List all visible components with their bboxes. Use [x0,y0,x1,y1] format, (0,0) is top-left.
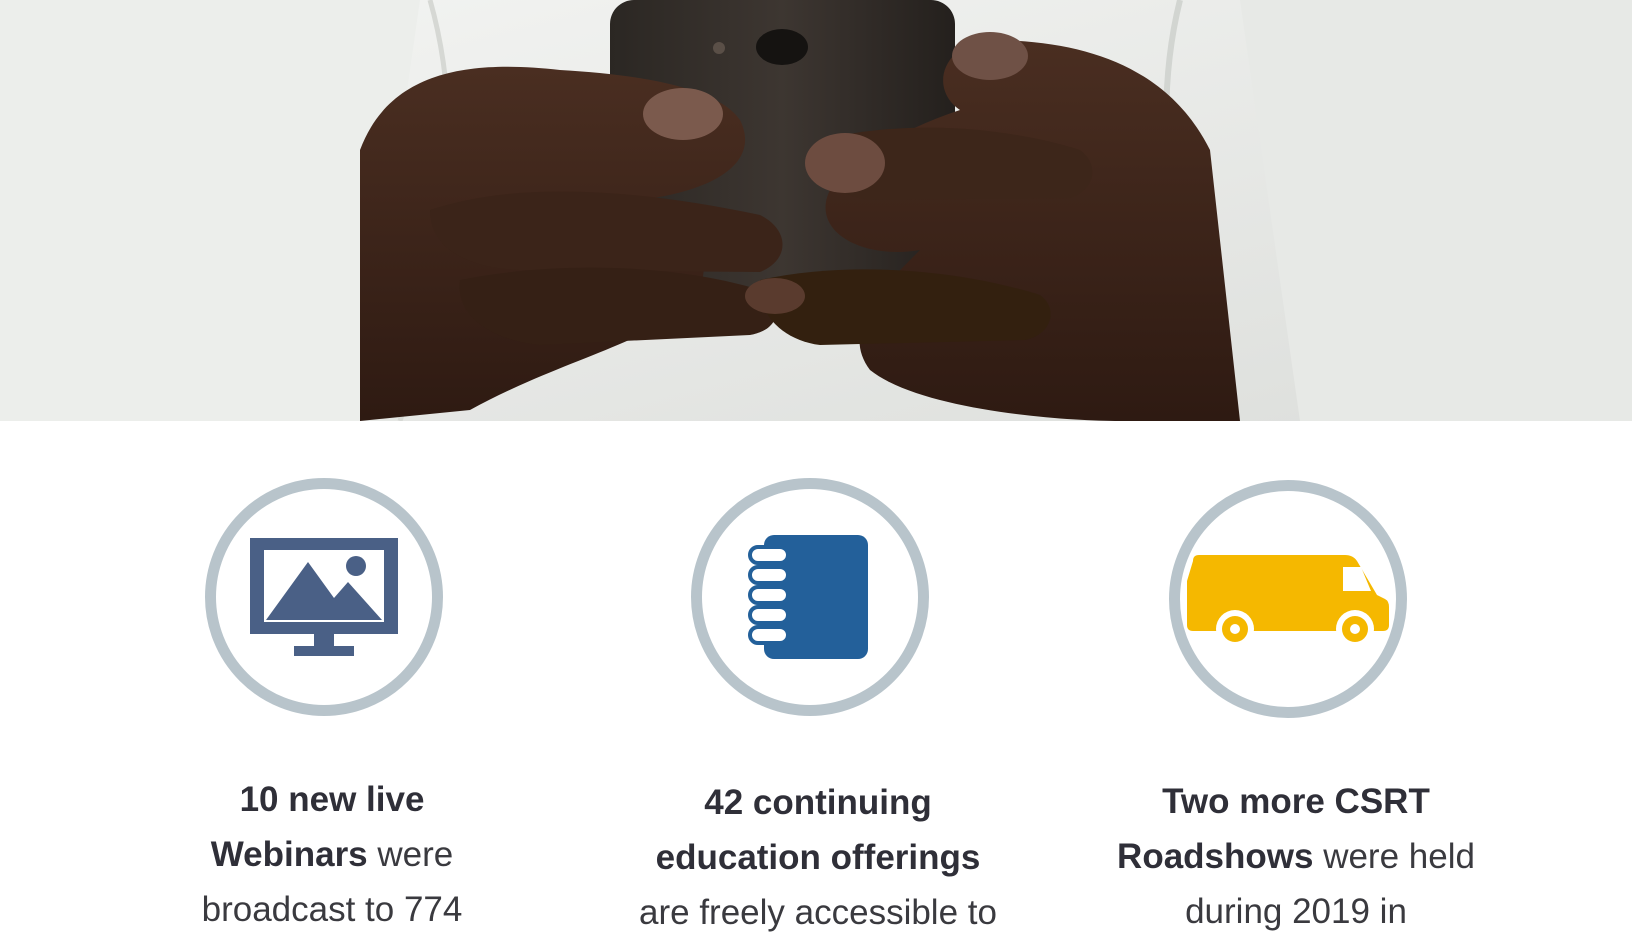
page: 10 new live Webinars were broadcast to 7… [0,0,1632,949]
stats-section: 10 new live Webinars were broadcast to 7… [0,421,1632,949]
stat-education-line-3: are freely accessible to [639,893,997,932]
stat-roadshows-line-1: Two more CSRT [1162,782,1430,821]
stat-webinars-line-1: 10 new live [239,780,425,819]
stat-roadshows-text: Two more CSRT Roadshows were held during… [1036,774,1556,939]
hero-photo [0,0,1632,421]
stat-webinars-text: 10 new live Webinars were broadcast to 7… [72,772,592,937]
stat-roadshows-line-3: during 2019 in [1185,892,1407,931]
monitor-image-icon [250,538,398,656]
roadshow-icon-ring [1169,480,1407,718]
stat-education-line-1: 42 continuing [704,783,932,822]
stat-webinars-line-2: Webinars were [210,835,454,874]
notebook-icon [748,535,868,659]
stat-roadshows-line-2: Roadshows were held [1117,837,1475,876]
stat-webinars: 10 new live Webinars were broadcast to 7… [72,421,592,949]
hands-holding-phone-illustration [0,0,1632,421]
stat-education-line-2: education offerings [655,838,981,877]
stat-webinars-line-3: broadcast to 774 [201,890,463,929]
stat-education-text: 42 continuing education offerings are fr… [558,775,1078,940]
van-icon [1187,555,1389,647]
stat-education: 42 continuing education offerings are fr… [558,421,1078,949]
education-icon-ring [691,478,929,716]
webinar-icon-ring [205,478,443,716]
stat-roadshows: Two more CSRT Roadshows were held during… [1036,421,1556,949]
